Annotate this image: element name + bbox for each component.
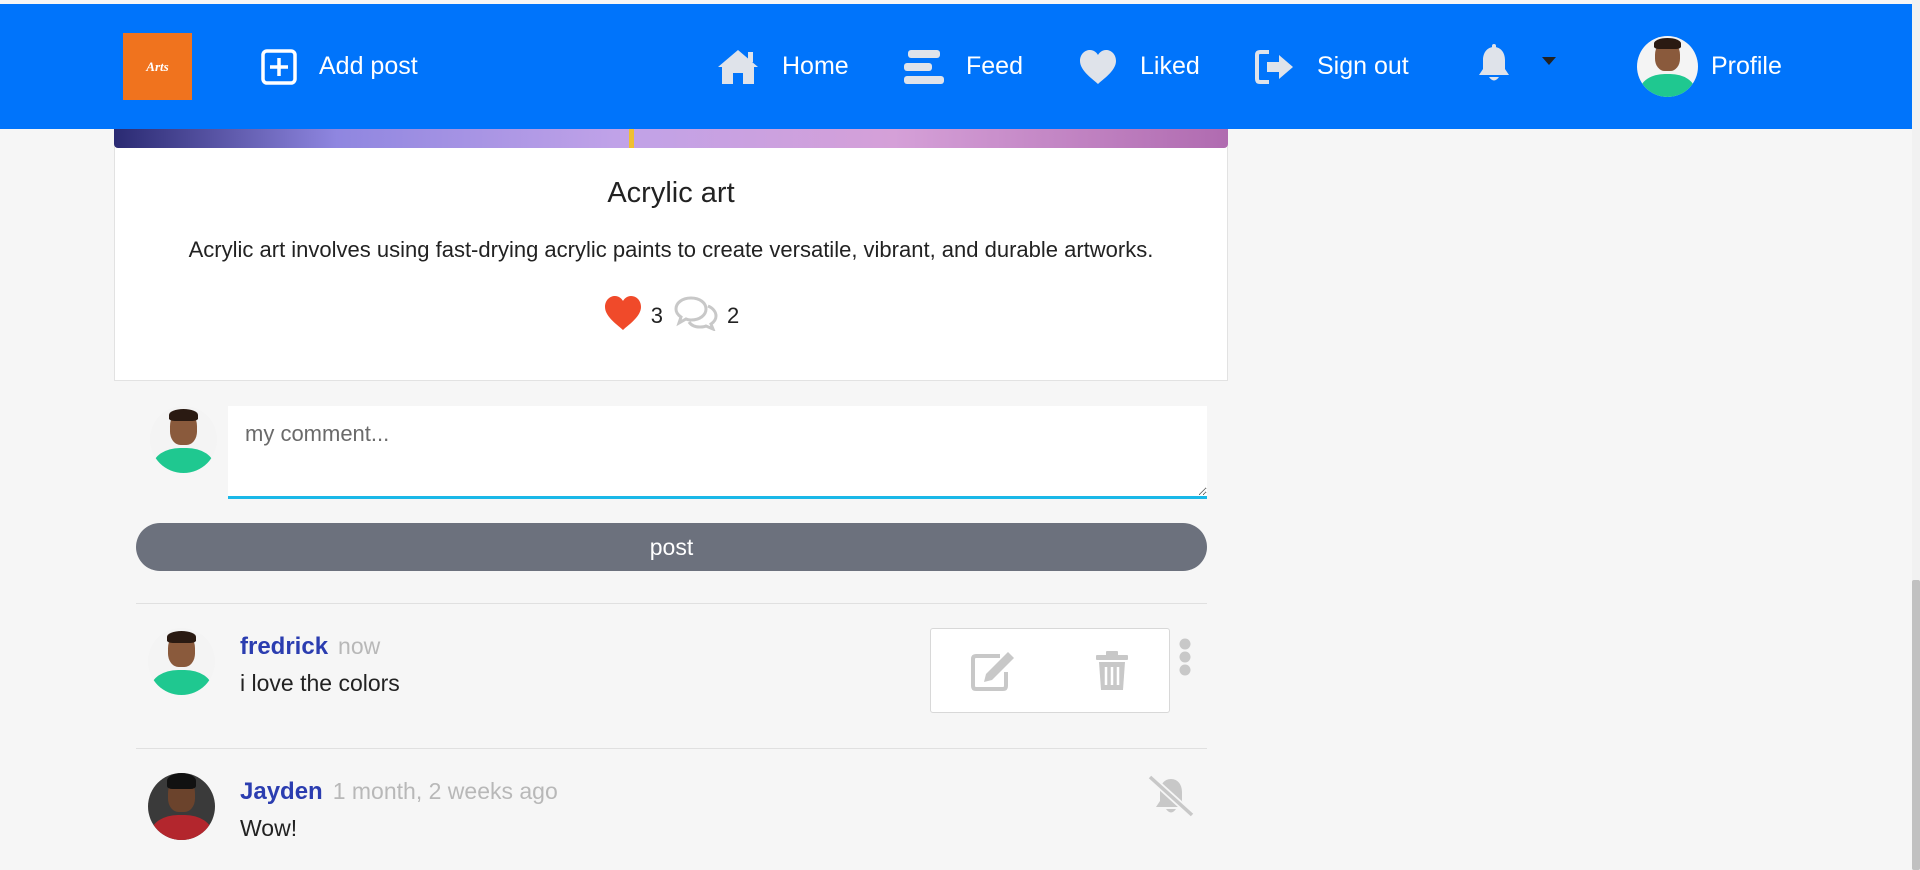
plus-square-icon [261,48,297,85]
nav-add-post[interactable]: Add post [261,4,418,129]
comments-button[interactable]: 2 [673,295,739,337]
comments-icon [673,295,719,337]
nav-liked-label: Liked [1140,52,1200,80]
heart-filled-icon [603,295,643,337]
scrollbar-thumb[interactable] [1912,580,1920,870]
site-logo[interactable]: Arts [123,33,192,100]
divider [136,603,1207,604]
comment-input[interactable] [228,406,1207,499]
like-button[interactable]: 3 [603,295,663,337]
post-image[interactable] [114,129,1228,148]
comment-actions-menu [930,628,1170,713]
feed-lines-icon [904,48,944,86]
comment-item: fredrick now i love the colors [136,628,1207,718]
post-card: Acrylic art Acrylic art involves using f… [114,129,1228,381]
nav-liked[interactable]: Liked [1078,4,1200,129]
nav-profile[interactable]: Profile [1637,4,1782,129]
post-description: Acrylic art involves using fast-drying a… [188,237,1154,262]
comment-time: now [338,633,381,659]
nav-sign-out-label: Sign out [1317,52,1409,80]
trash-icon[interactable] [1094,650,1130,692]
nav-profile-label: Profile [1711,52,1782,80]
comment-author-line: Jayden 1 month, 2 weeks ago [240,778,558,806]
comment-author[interactable]: Jayden [240,778,323,805]
like-count: 3 [650,303,663,328]
post-stats: 3 2 [115,295,1227,337]
sign-out-icon [1255,49,1295,85]
nav-feed[interactable]: Feed [904,4,1023,129]
mute-bell-icon[interactable] [1146,773,1196,824]
post-comment-button[interactable]: post [136,523,1207,571]
comment-item: Jayden 1 month, 2 weeks ago Wow! [136,773,1207,863]
composer-avatar [150,406,217,473]
comment-count: 2 [727,303,740,328]
nav-add-post-label: Add post [319,52,418,80]
heart-icon [1078,49,1118,85]
nav-home-label: Home [782,52,849,80]
home-icon [716,48,760,86]
comment-time: 1 month, 2 weeks ago [332,778,558,804]
logo-text: Arts [146,58,169,74]
notifications-dropdown[interactable] [1476,4,1556,129]
comment-text: i love the colors [240,670,400,696]
comment-author[interactable]: fredrick [240,633,328,660]
top-navbar: Arts Add post Home Feed Liked Sign out P… [0,4,1912,129]
bell-icon [1476,44,1512,89]
edit-icon[interactable] [970,650,1016,692]
more-options-icon[interactable] [1178,638,1192,681]
comment-text: Wow! [240,815,298,841]
comment-avatar[interactable] [148,773,215,840]
divider [136,748,1207,749]
comment-author-line: fredrick now [240,633,380,661]
chevron-down-icon [1542,56,1556,65]
nav-home[interactable]: Home [716,4,849,129]
comment-avatar[interactable] [148,628,215,695]
post-title: Acrylic art [607,177,735,209]
nav-feed-label: Feed [966,52,1023,80]
profile-avatar [1637,36,1698,97]
nav-sign-out[interactable]: Sign out [1255,4,1409,129]
